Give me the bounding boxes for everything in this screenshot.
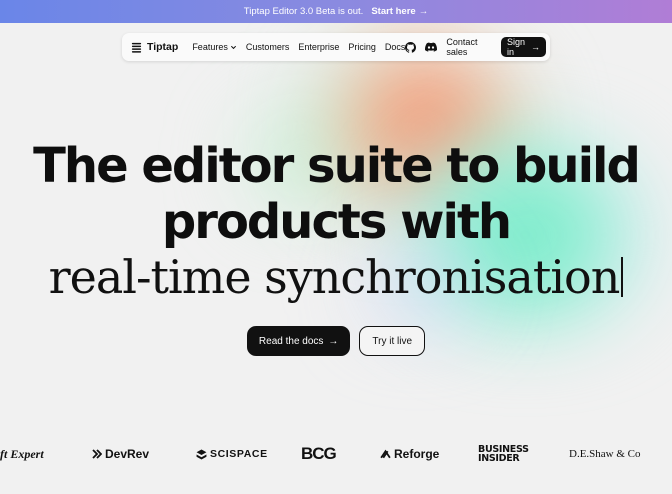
logo-text: SCISPACE — [210, 448, 268, 460]
nav-actions: Contact sales Sign in → — [405, 37, 546, 57]
nav-link-pricing[interactable]: Pricing — [348, 42, 376, 52]
nav-links: Features Customers Enterprise Pricing Do… — [192, 42, 405, 52]
devrev-mark-icon — [92, 449, 102, 459]
customer-logos: oft Expert DevRev SCISPACE BCG Reforge B… — [0, 440, 672, 468]
hero-typed-text: real-time synchronisation — [48, 250, 621, 304]
text-caret — [621, 257, 624, 297]
tiptap-logo-icon — [131, 42, 142, 53]
nav-link-customers[interactable]: Customers — [246, 42, 290, 52]
logo-text: BCG — [301, 444, 337, 463]
navbar: Tiptap Features Customers Enterprise Pri… — [122, 33, 550, 61]
nav-link-docs[interactable]: Docs — [385, 42, 406, 52]
announcement-text: Tiptap Editor 3.0 Beta is out. — [243, 6, 364, 17]
nav-link-enterprise[interactable]: Enterprise — [298, 42, 339, 52]
sign-in-button[interactable]: Sign in → — [500, 37, 546, 57]
read-docs-button[interactable]: Read the docs → — [246, 326, 351, 356]
arrow-right-icon: → — [418, 6, 429, 17]
brand-logo[interactable]: Tiptap — [131, 41, 178, 53]
scispace-mark-icon — [196, 449, 207, 459]
logo-de-shaw: D.E.Shaw & Co — [569, 440, 641, 468]
logo-softexpert: oft Expert — [0, 440, 44, 468]
logo-scispace: SCISPACE — [196, 440, 268, 468]
sign-in-label: Sign in — [506, 37, 525, 57]
hero-cta-row: Read the docs → Try it live — [0, 326, 672, 356]
logo-text: INSIDER — [478, 453, 520, 464]
chevron-down-icon — [230, 45, 236, 49]
brand-name: Tiptap — [147, 41, 179, 53]
announcement-bar: Tiptap Editor 3.0 Beta is out. Start her… — [0, 0, 672, 23]
try-it-live-button[interactable]: Try it live — [359, 326, 426, 356]
hero-line-1: The editor suite to build — [33, 138, 641, 194]
nav-link-features[interactable]: Features — [192, 42, 237, 52]
announcement-cta-link[interactable]: Start here → — [371, 6, 428, 17]
announcement-cta-label: Start here — [371, 6, 416, 17]
logo-text: DevRev — [105, 447, 150, 461]
arrow-right-icon: → — [328, 335, 339, 347]
discord-icon[interactable] — [425, 41, 438, 53]
nav-link-label: Features — [192, 42, 228, 52]
reforge-mark-icon — [380, 449, 391, 458]
hero-line-2: products with — [161, 194, 512, 250]
contact-sales-link[interactable]: Contact sales — [446, 37, 492, 57]
read-docs-label: Read the docs — [258, 335, 324, 347]
hero-line-3: real-time synchronisation — [49, 250, 624, 304]
logo-text: oft Expert — [0, 446, 44, 461]
logo-devrev: DevRev — [92, 440, 149, 468]
logo-reforge: Reforge — [380, 440, 439, 468]
logo-text: D.E.Shaw & Co — [569, 448, 641, 460]
hero-heading: The editor suite to build products with … — [0, 138, 672, 304]
arrow-right-icon: → — [531, 42, 540, 52]
logo-text: Reforge — [394, 447, 440, 461]
github-icon[interactable] — [405, 41, 417, 53]
logo-business-insider: BUSINESS INSIDER — [478, 440, 529, 468]
logo-bcg: BCG — [301, 440, 337, 468]
